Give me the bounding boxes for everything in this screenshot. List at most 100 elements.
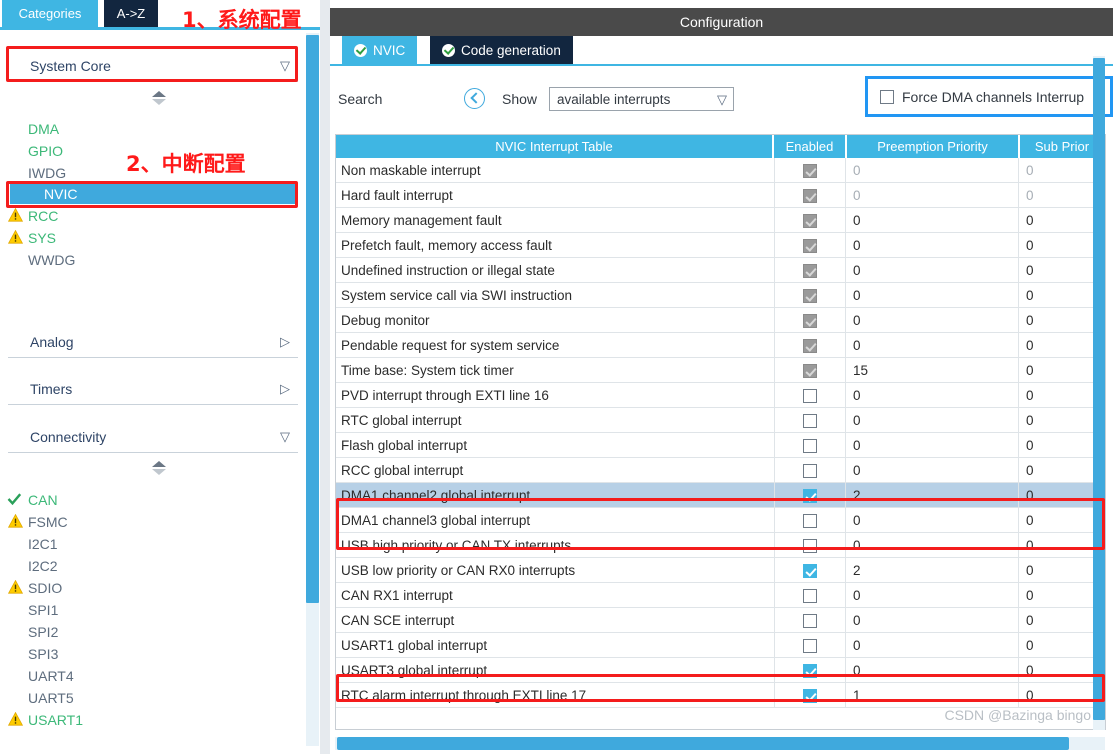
table-row[interactable]: RCC global interrupt 0 0 (336, 458, 1105, 483)
enabled-checkbox[interactable] (803, 563, 817, 578)
table-row[interactable]: RTC global interrupt 0 0 (336, 408, 1105, 433)
enabled-cell[interactable] (774, 658, 846, 683)
preemption-priority-cell[interactable]: 0 (847, 308, 1019, 333)
preemption-priority-cell[interactable]: 0 (847, 583, 1019, 608)
section-analog[interactable]: Analog ▷ (8, 326, 298, 358)
force-dma-interrupts-checkbox[interactable]: Force DMA channels Interrup (865, 76, 1113, 117)
enabled-checkbox[interactable] (803, 588, 817, 603)
enabled-cell[interactable] (774, 458, 846, 483)
section-connectivity[interactable]: Connectivity ▽ (8, 421, 298, 453)
enabled-checkbox[interactable] (803, 338, 817, 353)
enabled-checkbox[interactable] (803, 513, 817, 528)
table-row[interactable]: CAN SCE interrupt 0 0 (336, 608, 1105, 633)
column-header-enabled[interactable]: Enabled (774, 135, 846, 158)
panel-divider[interactable] (320, 0, 330, 754)
enabled-checkbox[interactable] (803, 688, 817, 703)
tab-code-generation[interactable]: Code generation (430, 36, 573, 65)
column-header-preemption-priority[interactable]: Preemption Priority (847, 135, 1019, 158)
enabled-checkbox[interactable] (803, 213, 817, 228)
tab-nvic[interactable]: NVIC (342, 36, 418, 65)
table-row[interactable]: DMA1 channel2 global interrupt 2 0 (336, 483, 1105, 508)
periph-item-uart5[interactable]: UART5 (26, 687, 74, 708)
table-row[interactable]: Debug monitor 0 0 (336, 308, 1105, 333)
periph-item-can[interactable]: CAN (7, 489, 58, 510)
enabled-checkbox[interactable] (803, 413, 817, 428)
enabled-cell[interactable] (774, 558, 846, 583)
table-row[interactable]: Time base: System tick timer 15 0 (336, 358, 1105, 383)
preemption-priority-cell[interactable]: 0 (847, 458, 1019, 483)
periph-item-uart4[interactable]: UART4 (26, 665, 74, 686)
periph-item-wwdg[interactable]: WWDG (26, 249, 75, 270)
enabled-cell[interactable] (774, 608, 846, 633)
periph-item-spi1[interactable]: SPI1 (26, 599, 58, 620)
enabled-cell[interactable] (774, 333, 846, 358)
table-row[interactable]: USB high priority or CAN TX interrupts 0 0 (336, 533, 1105, 558)
periph-item-sys[interactable]: SYS (8, 227, 56, 248)
preemption-priority-cell[interactable]: 0 (847, 158, 1019, 183)
table-row[interactable]: CAN RX1 interrupt 0 0 (336, 583, 1105, 608)
enabled-checkbox[interactable] (803, 163, 817, 178)
enabled-checkbox[interactable] (803, 188, 817, 203)
enabled-checkbox[interactable] (803, 263, 817, 278)
section-timers[interactable]: Timers ▷ (8, 373, 298, 405)
preemption-priority-cell[interactable]: 0 (847, 658, 1019, 683)
periph-item-spi3[interactable]: SPI3 (26, 643, 58, 664)
table-row[interactable]: USART1 global interrupt 0 0 (336, 633, 1105, 658)
table-row[interactable]: Prefetch fault, memory access fault 0 0 (336, 233, 1105, 258)
enabled-cell[interactable] (774, 483, 846, 508)
preemption-priority-cell[interactable]: 15 (847, 358, 1019, 383)
enabled-cell[interactable] (774, 408, 846, 433)
periph-item-gpio[interactable]: GPIO (26, 140, 63, 161)
enabled-cell[interactable] (774, 258, 846, 283)
enabled-cell[interactable] (774, 508, 846, 533)
periph-item-i2c1[interactable]: I2C1 (26, 533, 58, 554)
enabled-cell[interactable] (774, 633, 846, 658)
enabled-checkbox[interactable] (803, 613, 817, 628)
table-vertical-scrollbar-thumb[interactable] (1093, 58, 1105, 720)
periph-item-spi2[interactable]: SPI2 (26, 621, 58, 642)
circle-left-arrow-icon[interactable] (464, 88, 485, 109)
preemption-priority-cell[interactable]: 0 (847, 383, 1019, 408)
periph-item-i2c2[interactable]: I2C2 (26, 555, 58, 576)
preemption-priority-cell[interactable]: 0 (847, 433, 1019, 458)
preemption-priority-cell[interactable]: 0 (847, 408, 1019, 433)
enabled-cell[interactable] (774, 583, 846, 608)
table-row[interactable]: DMA1 channel3 global interrupt 0 0 (336, 508, 1105, 533)
enabled-checkbox[interactable] (803, 538, 817, 553)
table-row[interactable]: Memory management fault 0 0 (336, 208, 1105, 233)
periph-item-usart1[interactable]: USART1 (8, 709, 83, 730)
preemption-priority-cell[interactable]: 2 (847, 483, 1019, 508)
table-row[interactable]: System service call via SWI instruction 0… (336, 283, 1105, 308)
tab-categories[interactable]: Categories (2, 0, 98, 27)
periph-item-sdio[interactable]: SDIO (8, 577, 62, 598)
table-row[interactable]: Undefined instruction or illegal state 0 0 (336, 258, 1105, 283)
enabled-checkbox[interactable] (803, 488, 817, 503)
preemption-priority-cell[interactable]: 0 (847, 608, 1019, 633)
enabled-cell[interactable] (774, 308, 846, 333)
enabled-checkbox[interactable] (803, 638, 817, 653)
preemption-priority-cell[interactable]: 0 (847, 233, 1019, 258)
tab-a-to-z[interactable]: A->Z (104, 0, 158, 27)
periph-item-iwdg[interactable]: IWDG (26, 162, 66, 183)
enabled-cell[interactable] (774, 208, 846, 233)
enabled-cell[interactable] (774, 283, 846, 308)
preemption-priority-cell[interactable]: 0 (847, 508, 1019, 533)
enabled-cell[interactable] (774, 533, 846, 558)
preemption-priority-cell[interactable]: 2 (847, 558, 1019, 583)
preemption-priority-cell[interactable]: 0 (847, 333, 1019, 358)
enabled-cell[interactable] (774, 433, 846, 458)
periph-item-rcc[interactable]: RCC (8, 205, 58, 226)
table-row[interactable]: USB low priority or CAN RX0 interrupts 2 0 (336, 558, 1105, 583)
enabled-checkbox[interactable] (803, 238, 817, 253)
scroll-up-down-spinner-bottom[interactable] (152, 461, 168, 477)
table-row[interactable]: Hard fault interrupt 0 0 (336, 183, 1105, 208)
table-row[interactable]: RTC alarm interrupt through EXTI line 17… (336, 683, 1105, 708)
preemption-priority-cell[interactable]: 0 (847, 283, 1019, 308)
enabled-checkbox[interactable] (803, 388, 817, 403)
enabled-checkbox[interactable] (803, 663, 817, 678)
enabled-cell[interactable] (774, 683, 846, 708)
table-row[interactable]: Non maskable interrupt 0 0 (336, 158, 1105, 183)
enabled-cell[interactable] (774, 158, 846, 183)
enabled-cell[interactable] (774, 233, 846, 258)
table-row[interactable]: PVD interrupt through EXTI line 16 0 0 (336, 383, 1105, 408)
